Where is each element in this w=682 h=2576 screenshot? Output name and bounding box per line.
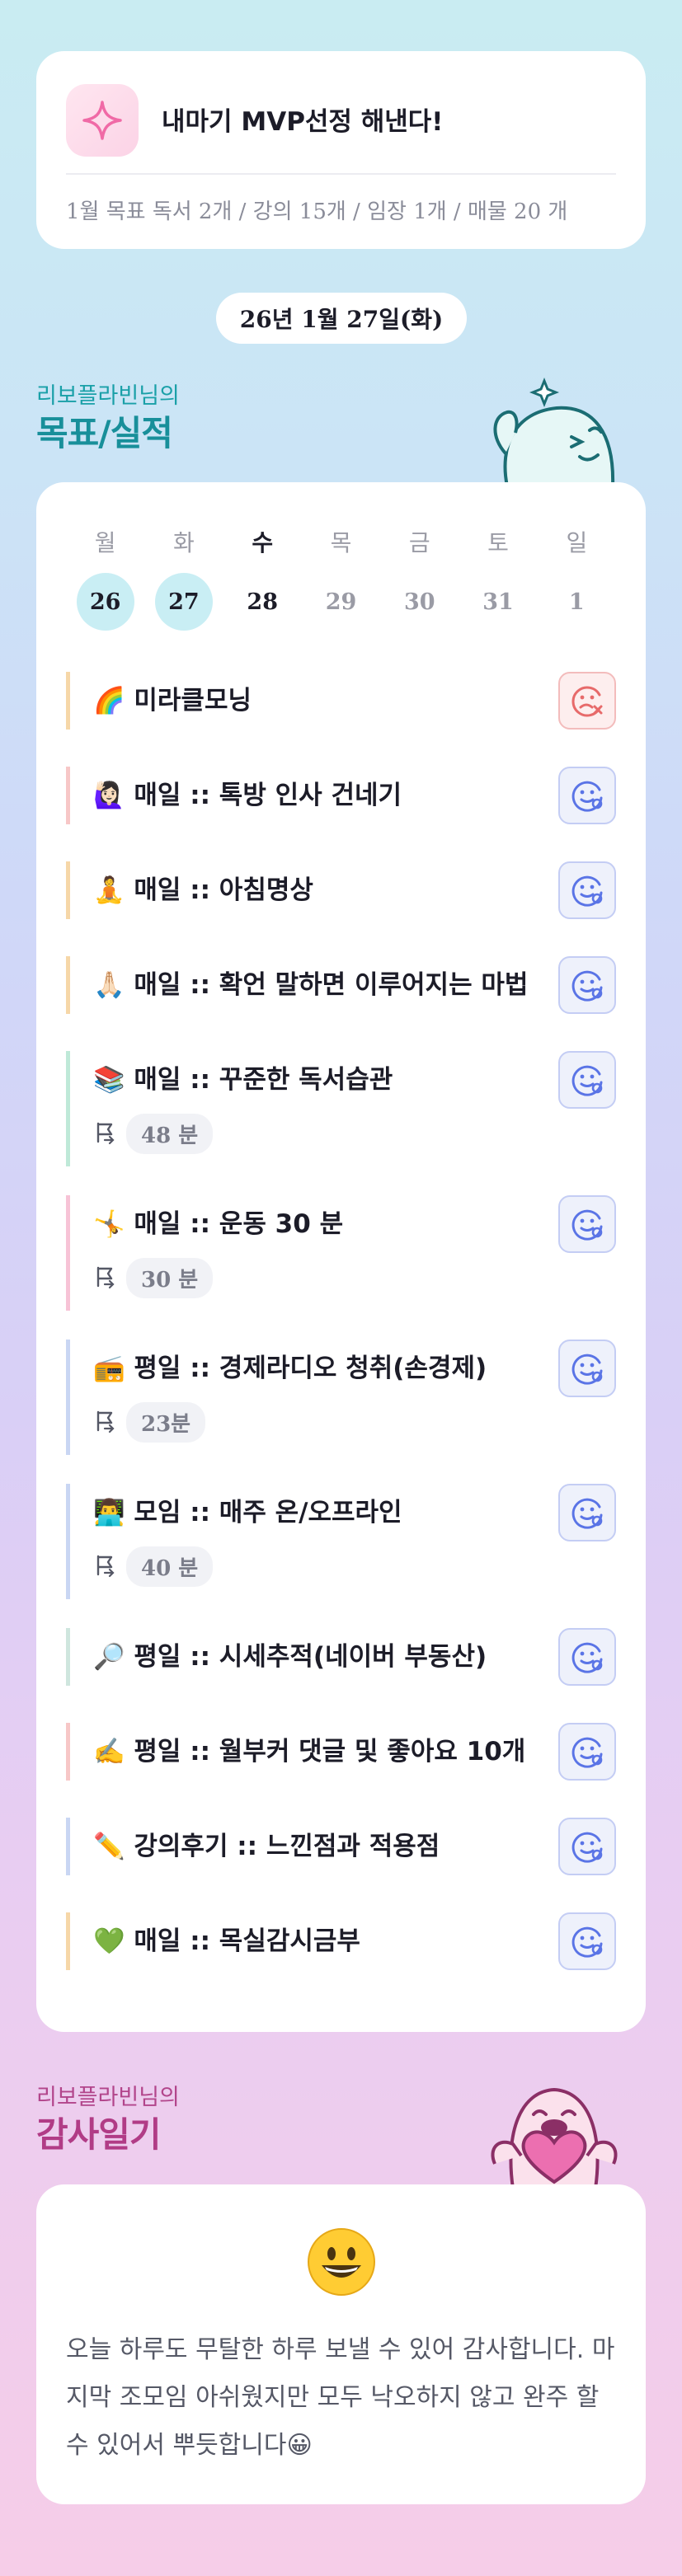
goal-title: 💚 매일 :: 목실감시금부	[93, 1926, 360, 1956]
sad-face-icon[interactable]	[558, 672, 616, 730]
smile-add-icon[interactable]	[558, 1340, 616, 1397]
smile-add-icon[interactable]	[558, 861, 616, 919]
mascot-illustration	[493, 377, 615, 486]
divider	[66, 173, 616, 175]
goal-item[interactable]: ✏️ 강의후기 :: 느낀점과 적용점	[66, 1818, 616, 1875]
flag-icon	[93, 1553, 118, 1581]
time-record-row: 40 분	[93, 1546, 616, 1587]
goal-item[interactable]: 📻 평일 :: 경제라디오 청취(손경제) 23분	[66, 1340, 616, 1455]
weekday-label: 일	[566, 529, 588, 556]
flag-icon	[93, 1265, 118, 1293]
goal-title: 🔎 평일 :: 시세추적(네이버 부동산)	[93, 1642, 487, 1672]
goal-title: 🤸 매일 :: 운동 30 분	[93, 1209, 344, 1239]
goal-item[interactable]: ✍️ 평일 :: 월부커 댓글 및 좋아요 10개	[66, 1723, 616, 1781]
goal-title: 🌈 미라클모닝	[93, 686, 252, 716]
goal-item[interactable]: 🧘 매일 :: 아침명상	[66, 861, 616, 919]
smile-add-icon[interactable]	[558, 767, 616, 824]
goal-title: 🙋🏻‍♀️ 매일 :: 톡방 인사 건네기	[93, 781, 402, 810]
goals-card: 월 화 수 목 금 토 일 26 27 28 29 30 31 1 🌈 미라클모…	[36, 482, 646, 2032]
smile-add-icon[interactable]	[558, 1818, 616, 1875]
goal-title: 📚 매일 :: 꾸준한 독서습관	[93, 1065, 393, 1095]
goal-item[interactable]: 🙏🏻 매일 :: 확언 말하면 이루어지는 마법	[66, 956, 616, 1014]
weekday-label: 수	[252, 529, 274, 556]
flag-icon	[93, 1409, 118, 1437]
goal-item[interactable]: 👨‍💻 모임 :: 매주 온/오프라인 40 분	[66, 1484, 616, 1599]
date-pill[interactable]: 26년 1월 27일(화)	[216, 293, 467, 344]
weekday-label: 목	[330, 529, 352, 556]
month-goal-text: 1월 목표 독서 2개 / 강의 15개 / 임장 1개 / 매물 20 개	[66, 199, 568, 224]
smile-add-icon[interactable]	[558, 1484, 616, 1541]
goal-item[interactable]: 🔎 평일 :: 시세추적(네이버 부동산)	[66, 1628, 616, 1686]
flag-icon	[93, 1120, 118, 1148]
weekday-label: 토	[487, 529, 509, 556]
day-1[interactable]: 1	[538, 573, 616, 631]
time-value: 40 분	[126, 1546, 214, 1587]
goal-title: 🙏🏻 매일 :: 확언 말하면 이루어지는 마법	[93, 970, 529, 1000]
weekday-label: 화	[173, 529, 195, 556]
day-27[interactable]: 27	[144, 573, 223, 631]
smile-add-icon[interactable]	[558, 1723, 616, 1781]
day-26[interactable]: 26	[66, 573, 144, 631]
goal-item[interactable]: 🤸 매일 :: 운동 30 분 30 분	[66, 1195, 616, 1311]
gratitude-section-title: 감사일기	[36, 2114, 162, 2155]
time-value: 30 분	[126, 1258, 214, 1298]
time-value: 23분	[126, 1402, 206, 1443]
main-goal-text: 내마기 MVP선정 해낸다!	[162, 107, 444, 137]
goal-title: ✏️ 강의후기 :: 느낀점과 적용점	[93, 1832, 440, 1861]
gratitude-card: 오늘 하루도 무탈한 하루 보낼 수 있어 감사합니다. 마지막 조모임 아쉬웠…	[36, 2184, 646, 2504]
smile-add-icon[interactable]	[558, 1912, 616, 1970]
grinning-face-icon	[308, 2228, 375, 2296]
goal-item[interactable]: 💚 매일 :: 목실감시금부	[66, 1912, 616, 1970]
day-31[interactable]: 31	[459, 573, 537, 631]
sparkle-icon	[66, 84, 139, 157]
day-number-row: 26 27 28 29 30 31 1	[66, 573, 616, 631]
goal-title: 📻 평일 :: 경제라디오 청취(손경제)	[93, 1354, 487, 1383]
time-record-row: 23분	[93, 1402, 616, 1443]
monthly-goal-card: 내마기 MVP선정 해낸다! 1월 목표 독서 2개 / 강의 15개 / 임장…	[36, 51, 646, 249]
day-30[interactable]: 30	[380, 573, 459, 631]
day-28[interactable]: 28	[223, 573, 302, 631]
time-record-row: 30 분	[93, 1258, 616, 1298]
weekday-row: 월 화 수 목 금 토 일	[66, 525, 616, 558]
day-29[interactable]: 29	[302, 573, 380, 631]
goal-title: 🧘 매일 :: 아침명상	[93, 875, 313, 905]
goal-item[interactable]: 🌈 미라클모닝	[66, 672, 616, 730]
smile-add-icon[interactable]	[558, 1051, 616, 1109]
smile-add-icon[interactable]	[558, 1195, 616, 1253]
weekday-label: 금	[408, 529, 430, 556]
gratitude-text: 오늘 하루도 무탈한 하루 보낼 수 있어 감사합니다. 마지막 조모임 아쉬웠…	[66, 2335, 615, 2460]
mascot-heart-illustration	[491, 2087, 618, 2189]
goal-title: ✍️ 평일 :: 월부커 댓글 및 좋아요 10개	[93, 1737, 526, 1767]
time-value: 48 분	[126, 1114, 214, 1154]
smile-add-icon[interactable]	[558, 956, 616, 1014]
goals-section-title: 목표/실적	[36, 413, 173, 453]
goal-title: 👨‍💻 모임 :: 매주 온/오프라인	[93, 1498, 402, 1527]
goal-item[interactable]: 🙋🏻‍♀️ 매일 :: 톡방 인사 건네기	[66, 767, 616, 824]
goal-item[interactable]: 📚 매일 :: 꾸준한 독서습관 48 분	[66, 1051, 616, 1166]
weekday-label: 월	[94, 529, 116, 556]
time-record-row: 48 분	[93, 1114, 616, 1154]
smile-add-icon[interactable]	[558, 1628, 616, 1686]
